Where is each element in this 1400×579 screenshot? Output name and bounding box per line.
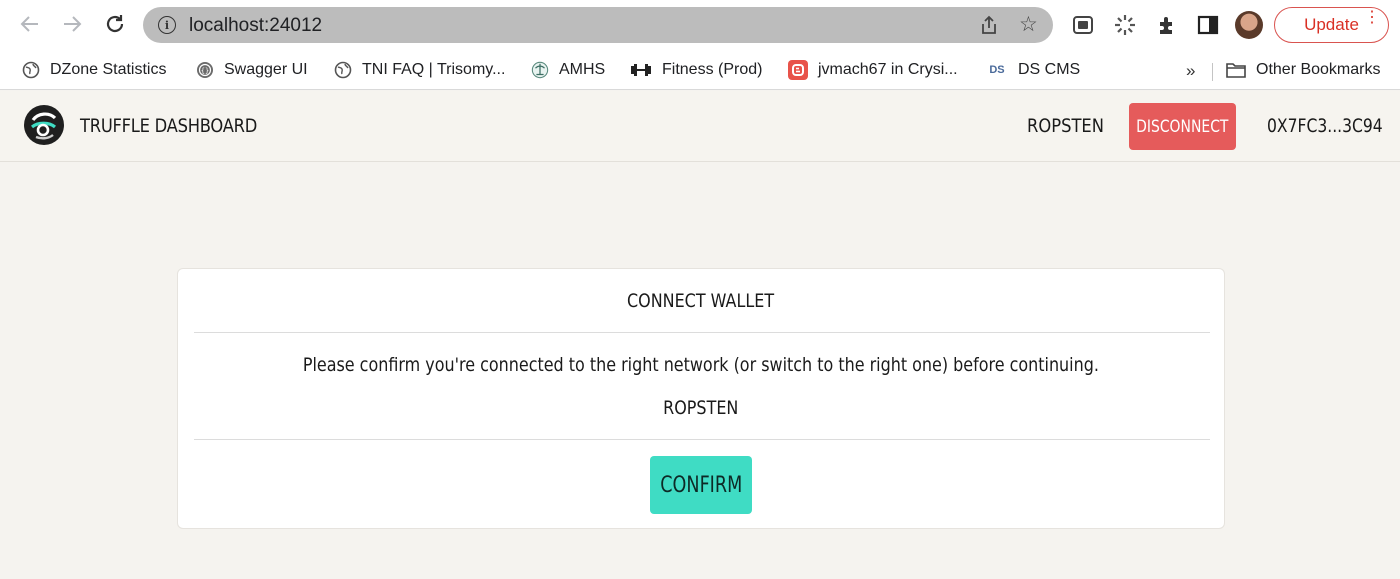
- confirm-button[interactable]: CONFIRM: [650, 456, 752, 514]
- bookmark-label: jvmach67 in Crysi...: [818, 61, 958, 78]
- blogger-icon: [788, 60, 808, 80]
- app-title: TRUFFLE DASHBOARD: [80, 115, 258, 137]
- bookmark-label: AMHS: [559, 61, 606, 78]
- bookmark-item[interactable]: Fitness (Prod): [630, 57, 762, 83]
- extension-sparkle-icon[interactable]: [1113, 13, 1137, 37]
- card-divider: [194, 332, 1210, 333]
- card-divider: [194, 439, 1210, 440]
- bookmark-item[interactable]: jvmach67 in Crysi...: [788, 57, 958, 83]
- connect-wallet-card: CONNECT WALLET Please confirm you're con…: [177, 268, 1225, 529]
- dumbbell-icon: [630, 61, 652, 79]
- address-bar[interactable]: i localhost:24012 ☆: [143, 7, 1053, 43]
- update-label: Update: [1304, 15, 1359, 34]
- more-bookmarks-chevron-icon[interactable]: »: [1186, 61, 1195, 81]
- globe-icon: [22, 61, 40, 79]
- reload-icon[interactable]: [102, 11, 128, 37]
- bookmark-label: DS CMS: [1018, 61, 1081, 78]
- other-bookmarks-folder[interactable]: Other Bookmarks: [1226, 57, 1380, 83]
- side-panel-icon[interactable]: [1196, 13, 1220, 37]
- bookmark-label: DZone Statistics: [50, 61, 167, 78]
- app-header: TRUFFLE DASHBOARD ROPSTEN DISCONNECT 0X7…: [0, 91, 1400, 162]
- extension-app-icon[interactable]: [1071, 13, 1095, 37]
- site-info-icon[interactable]: i: [158, 16, 176, 34]
- url-text: localhost:24012: [189, 15, 323, 36]
- bookmark-label: Fitness (Prod): [662, 61, 763, 78]
- confirm-message-text: Please confirm you're connected to the r…: [302, 354, 1100, 376]
- ds-icon: DS: [989, 64, 1005, 76]
- bookmark-item[interactable]: TNI FAQ | Trisomy...: [334, 57, 505, 83]
- back-arrow-icon[interactable]: [17, 11, 43, 37]
- share-icon[interactable]: [979, 15, 999, 35]
- profile-avatar[interactable]: [1235, 11, 1263, 39]
- folder-icon: [1226, 61, 1246, 79]
- truffle-logo-icon: [23, 104, 65, 146]
- other-bookmarks-label: Other Bookmarks: [1256, 61, 1381, 78]
- forward-arrow-icon[interactable]: [59, 11, 85, 37]
- amhs-icon: [531, 61, 549, 79]
- bookmarks-bar: DZone Statistics {} Swagger UI TNI FAQ |…: [0, 50, 1400, 90]
- disconnect-button[interactable]: DISCONNECT: [1129, 103, 1236, 150]
- svg-text:{}: {}: [201, 67, 209, 75]
- bookmark-item[interactable]: DZone Statistics: [22, 57, 166, 83]
- bookmark-item[interactable]: AMHS: [531, 57, 605, 83]
- swagger-icon: {}: [196, 61, 214, 79]
- bookmark-label: Swagger UI: [224, 61, 308, 78]
- disconnect-label: DISCONNECT: [1136, 116, 1229, 137]
- confirm-message: Please confirm you're connected to the r…: [178, 354, 1224, 376]
- bookmark-label: TNI FAQ | Trisomy...: [362, 61, 506, 78]
- card-title-text: CONNECT WALLET: [627, 290, 775, 312]
- browser-toolbar: i localhost:24012 ☆ Update ⋮: [0, 0, 1400, 50]
- wallet-address[interactable]: 0X7FC3...3C94: [1267, 115, 1383, 137]
- bookmarks-divider: [1212, 63, 1213, 81]
- network-name: ROPSTEN: [1027, 115, 1104, 137]
- card-network-name: ROPSTEN: [178, 397, 1224, 419]
- confirm-label: CONFIRM: [659, 472, 743, 498]
- bookmark-item[interactable]: {} Swagger UI: [196, 57, 308, 83]
- globe-icon: [334, 61, 352, 79]
- bookmark-star-icon[interactable]: ☆: [1019, 12, 1038, 37]
- card-network-text: ROPSTEN: [663, 397, 739, 419]
- card-title: CONNECT WALLET: [178, 290, 1224, 312]
- extensions-puzzle-icon[interactable]: [1155, 13, 1179, 37]
- update-button[interactable]: Update ⋮: [1274, 7, 1389, 43]
- bookmark-item[interactable]: DS DS CMS: [986, 57, 1080, 83]
- more-menu-icon[interactable]: ⋮: [1364, 10, 1380, 26]
